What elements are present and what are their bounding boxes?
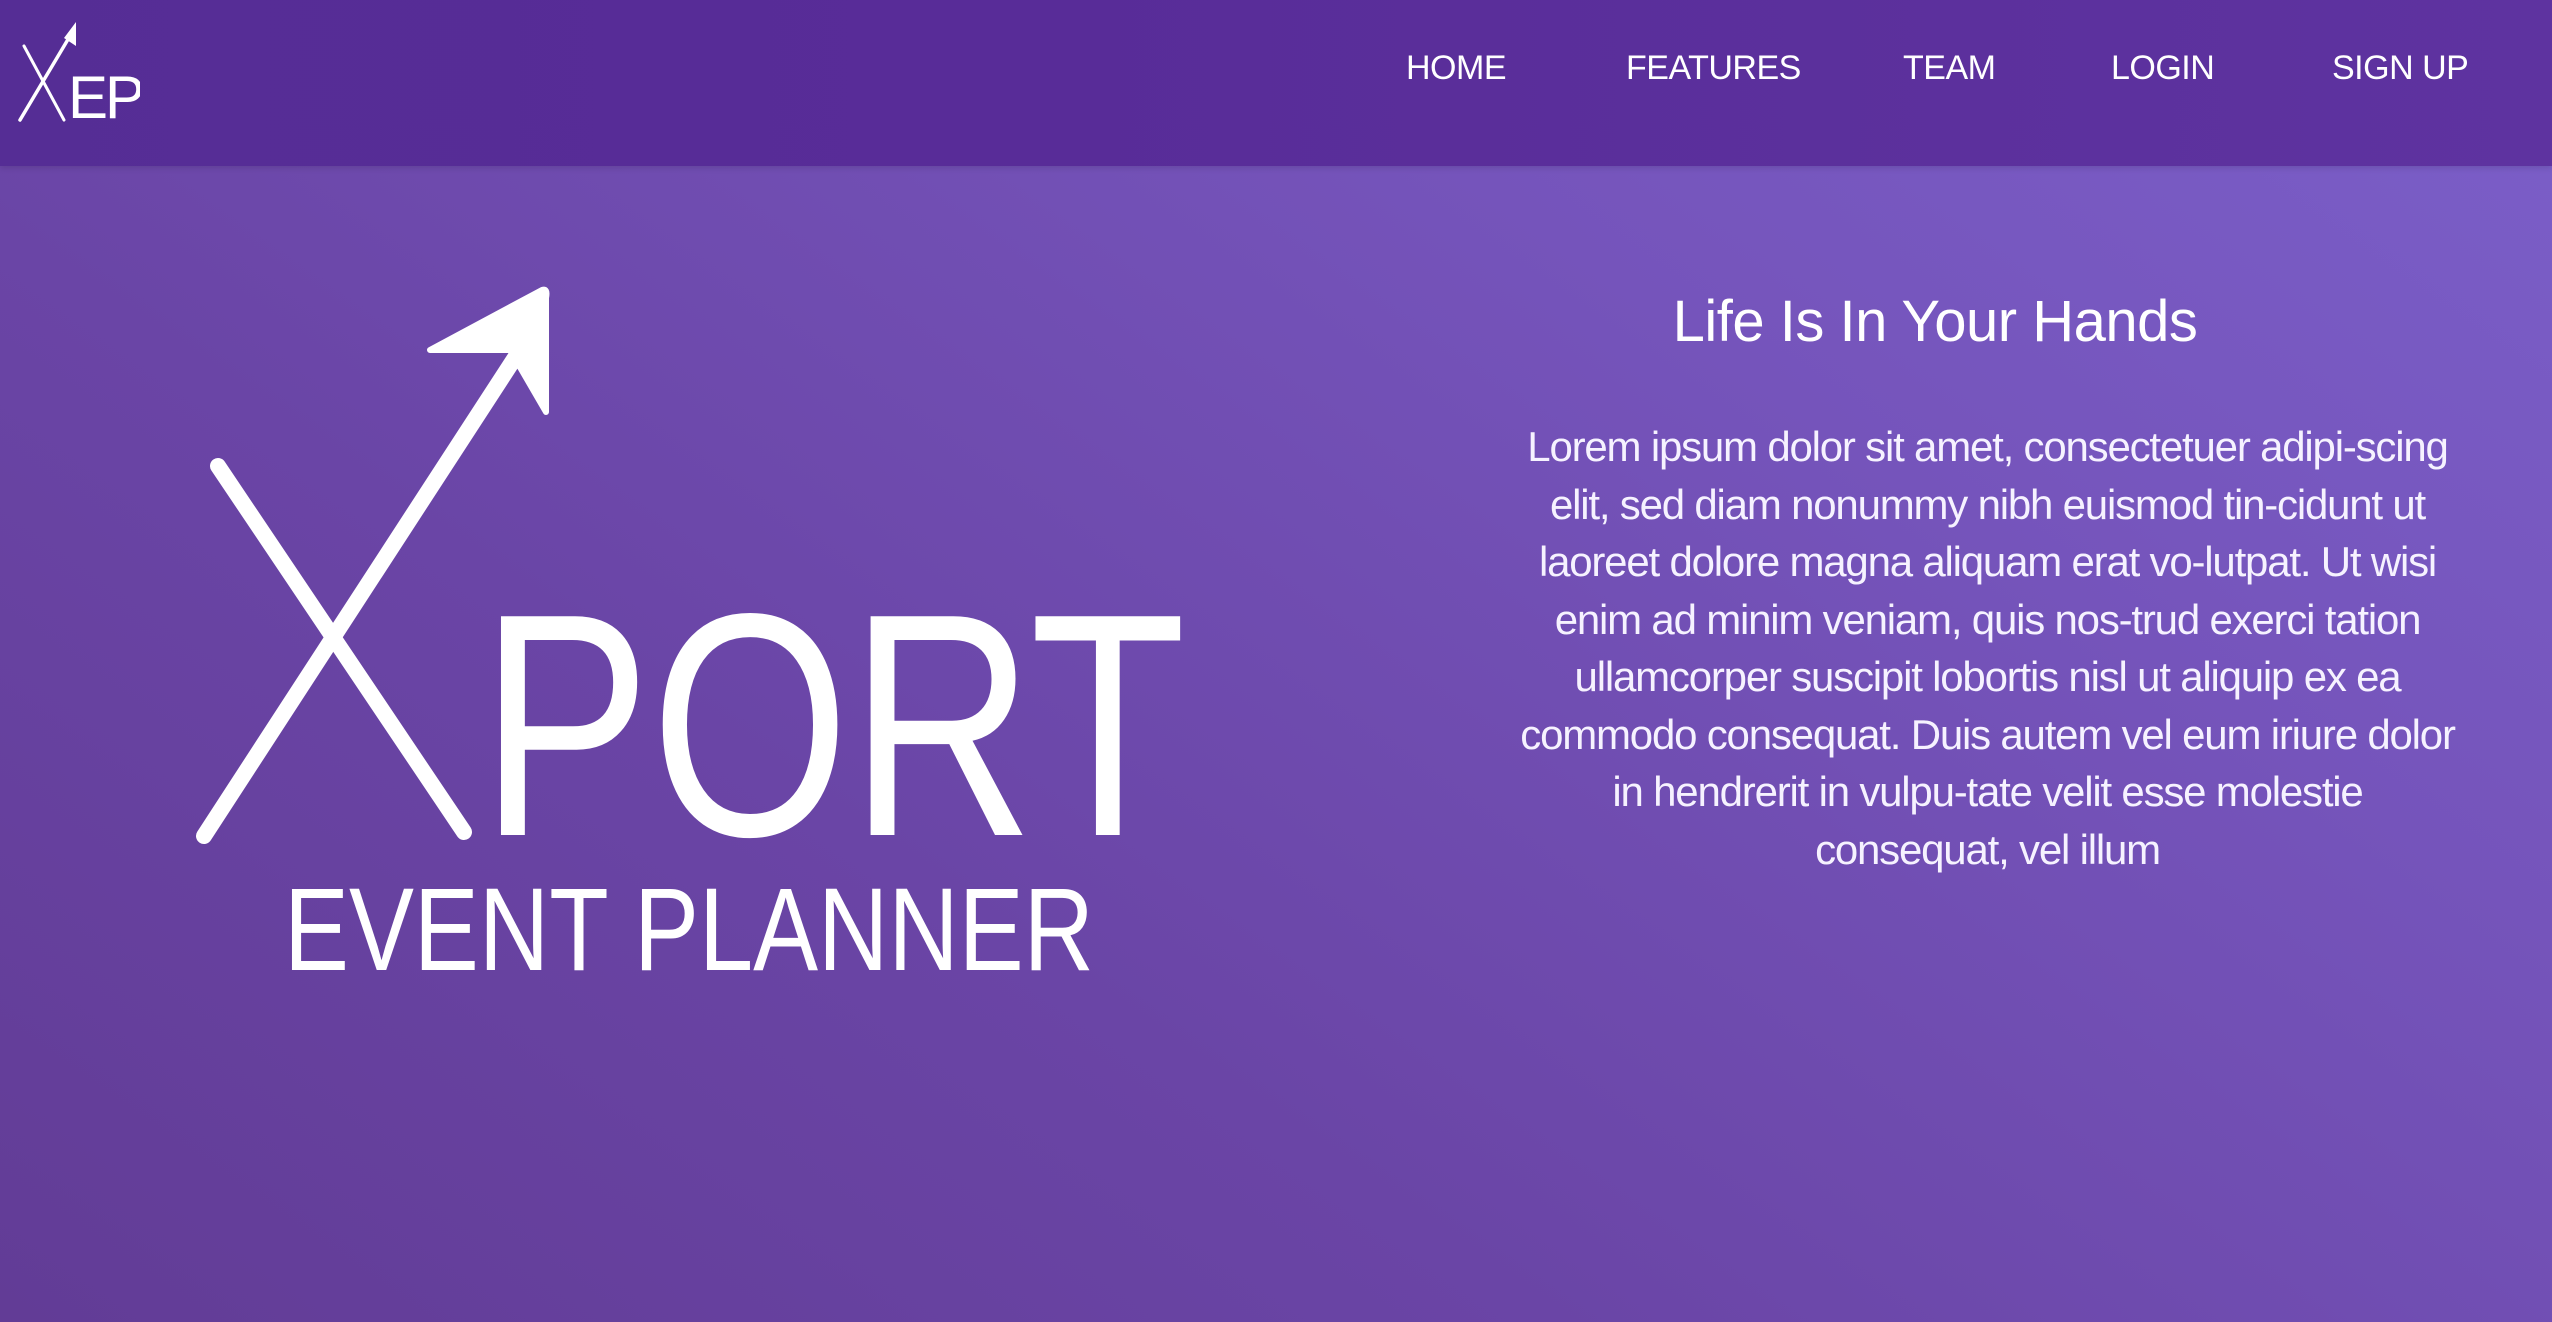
- hero-tagline: Life Is In Your Hands: [1672, 289, 2198, 354]
- nav-home-link[interactable]: HOME: [1406, 49, 1507, 88]
- top-navbar: EP HOME FEATURES TEAM LOGIN SIGN UP: [0, 0, 2552, 166]
- hero-description: Lorem ipsum dolor sit amet, consectetuer…: [1520, 423, 2456, 873]
- nav-team-link[interactable]: TEAM: [1903, 49, 1996, 88]
- nav-features-link[interactable]: FEATURES: [1626, 49, 1801, 88]
- nav-login-link[interactable]: LOGIN: [2111, 49, 2215, 88]
- nav-logo-letters: EP: [68, 64, 140, 126]
- hero-logo-letters: PORT: [480, 548, 1186, 903]
- xport-hero-logo: PORT EVENT PLANNER: [196, 286, 1186, 996]
- nav-signup-link[interactable]: SIGN UP: [2332, 49, 2469, 88]
- hero-logo-subtitle: EVENT PLANNER: [284, 864, 1094, 996]
- nav-logo[interactable]: EP: [16, 16, 140, 126]
